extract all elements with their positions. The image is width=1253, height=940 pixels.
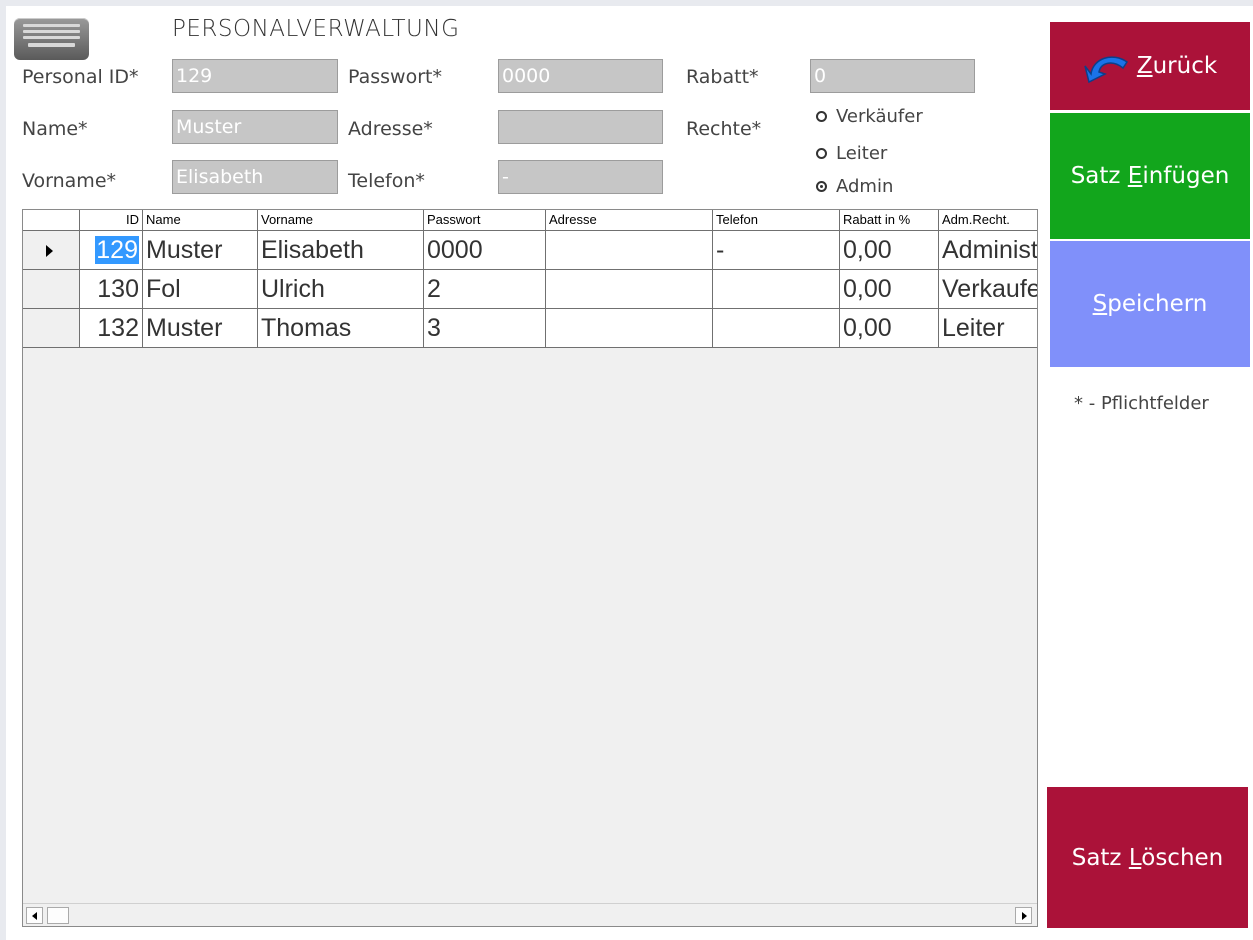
keyboard-icon[interactable] [14,18,89,60]
insert-record-button[interactable]: Satz Einfügen [1050,113,1250,239]
personal-id-field[interactable]: 129 [172,59,338,93]
column-header-rabatt[interactable]: Rabatt in % [840,210,939,231]
table-cell-vorname[interactable]: Thomas [258,309,424,348]
table-cell-rabatt[interactable]: 0,00 [840,309,939,348]
table-cell-rabatt[interactable]: 0,00 [840,231,939,270]
name-field[interactable]: Muster [172,110,338,144]
table-cell-id[interactable]: 130 [80,270,143,309]
column-header-recht[interactable]: Adm.Recht. [939,210,1037,231]
scroll-thumb[interactable] [47,907,69,924]
table-cell-telefon[interactable] [713,309,840,348]
column-header-name[interactable]: Name [143,210,258,231]
table-cell-recht[interactable]: Verkaufer [939,270,1037,309]
table-cell-name[interactable]: Muster [143,309,258,348]
column-header-telefon[interactable]: Telefon [713,210,840,231]
table-cell-adresse[interactable] [546,309,713,348]
passwort-field[interactable]: 0000 [498,59,663,93]
row-selector[interactable] [23,309,80,348]
radio-admin-label: Admin [836,176,894,197]
row-selector[interactable] [23,270,80,309]
personal-id-label: Personal ID* [22,66,139,88]
save-button[interactable]: Speichern [1050,241,1250,367]
adresse-label: Adresse* [348,118,433,140]
column-header-passwort[interactable]: Passwort [424,210,546,231]
table-cell-passwort[interactable]: 0000 [424,231,546,270]
scroll-right-button[interactable] [1015,907,1032,924]
radio-verkaeufer[interactable]: Verkäufer [816,106,923,127]
arrow-left-icon [32,912,37,920]
column-header-vorname[interactable]: Vorname [258,210,424,231]
table-cell-telefon[interactable]: - [713,231,840,270]
vorname-field[interactable]: Elisabeth [172,160,338,194]
horizontal-scrollbar[interactable] [23,903,1037,926]
table-cell-vorname[interactable]: Elisabeth [258,231,424,270]
required-fields-note: * - Pflichtfelder [1074,393,1209,414]
table-cell-id[interactable]: 129 [80,231,143,270]
radio-unchecked-icon [816,111,827,122]
radio-verkaeufer-label: Verkäufer [836,106,923,127]
row-pointer-icon [46,245,53,257]
table-cell-rabatt[interactable]: 0,00 [840,270,939,309]
table-cell-adresse[interactable] [546,231,713,270]
table-cell-name[interactable]: Fol [143,270,258,309]
table-cell-recht[interactable]: Leiter [939,309,1037,348]
column-header-adresse[interactable]: Adresse [546,210,713,231]
rechte-label: Rechte* [686,118,762,140]
delete-record-label: Satz Löschen [1071,844,1224,871]
delete-record-button[interactable]: Satz Löschen [1047,787,1248,928]
column-header-id[interactable]: ID [80,210,143,231]
table-cell-adresse[interactable] [546,270,713,309]
vorname-label: Vorname* [22,170,117,192]
table-cell-passwort[interactable]: 3 [424,309,546,348]
row-header-corner [23,210,80,231]
rabatt-label: Rabatt* [686,66,759,88]
radio-checked-icon [816,181,827,192]
arrow-right-icon [1022,912,1027,920]
adresse-field[interactable] [498,110,663,144]
table-cell-passwort[interactable]: 2 [424,270,546,309]
back-button[interactable]: Zurück [1050,22,1250,110]
page-title: PERSONALVERWALTUNG [172,16,460,42]
table-cell-name[interactable]: Muster [143,231,258,270]
table-cell-id[interactable]: 132 [80,309,143,348]
scroll-left-button[interactable] [26,907,43,924]
passwort-label: Passwort* [348,66,442,88]
rabatt-field[interactable]: 0 [810,59,975,93]
table-cell-recht[interactable]: Administrator [939,231,1037,270]
radio-leiter-label: Leiter [836,143,888,164]
insert-record-label: Satz Einfügen [1070,163,1230,189]
telefon-field[interactable]: - [498,160,663,194]
table-cell-vorname[interactable]: Ulrich [258,270,424,309]
save-button-label: Speichern [1092,291,1208,317]
row-selector[interactable] [23,231,80,270]
telefon-label: Telefon* [348,170,425,192]
radio-admin[interactable]: Admin [816,176,893,197]
personnel-table[interactable]: ID Name Vorname Passwort Adresse Telefon… [22,209,1038,927]
radio-unchecked-icon [816,148,827,159]
name-label: Name* [22,118,88,140]
back-arrow-icon [1084,56,1128,84]
back-button-label: Zurück [1136,53,1218,79]
table-cell-telefon[interactable] [713,270,840,309]
radio-leiter[interactable]: Leiter [816,143,887,164]
